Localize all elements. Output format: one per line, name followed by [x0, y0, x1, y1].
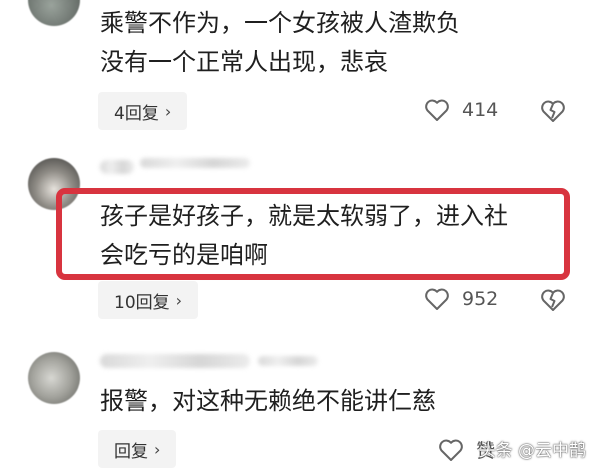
comment-text: 孩子是好孩子，就是太软弱了，进入社 会吃亏的是咱啊: [100, 202, 508, 269]
reply-label: 10回复: [114, 292, 170, 313]
heart-icon: [425, 288, 449, 310]
comment-text: 报警，对这种无赖绝不能讲仁慈: [100, 387, 436, 415]
chevron-right-icon: ›: [175, 290, 183, 310]
heart-icon: [425, 99, 449, 121]
chevron-right-icon: ›: [164, 101, 172, 121]
like-count: 414: [462, 99, 499, 121]
username-blurred: [100, 160, 134, 174]
reply-label: 4回复: [114, 103, 159, 124]
like-button[interactable]: 414: [424, 98, 498, 122]
avatar[interactable]: [28, 352, 80, 404]
watermark: 头条 @云中鹊: [478, 441, 586, 461]
reply-button[interactable]: 10回复 ›: [98, 281, 199, 319]
broken-heart-icon[interactable]: [540, 99, 566, 123]
reply-label: 回复: [114, 441, 148, 462]
chevron-right-icon: ›: [154, 439, 161, 459]
heart-icon: [439, 439, 463, 461]
like-button[interactable]: 952: [424, 287, 498, 311]
username-blurred: [140, 158, 250, 168]
comment-text: 乘警不作为，一个女孩被人渣欺负 没有一个正常人出现，悲哀: [100, 9, 460, 76]
username-blurred: [258, 356, 318, 366]
avatar[interactable]: [28, 0, 80, 26]
broken-heart-icon[interactable]: [540, 288, 566, 312]
reply-button[interactable]: 回复 ›: [98, 430, 177, 468]
username-blurred: [100, 354, 250, 368]
like-count: 952: [462, 288, 499, 310]
reply-button[interactable]: 4回复 ›: [98, 92, 188, 130]
